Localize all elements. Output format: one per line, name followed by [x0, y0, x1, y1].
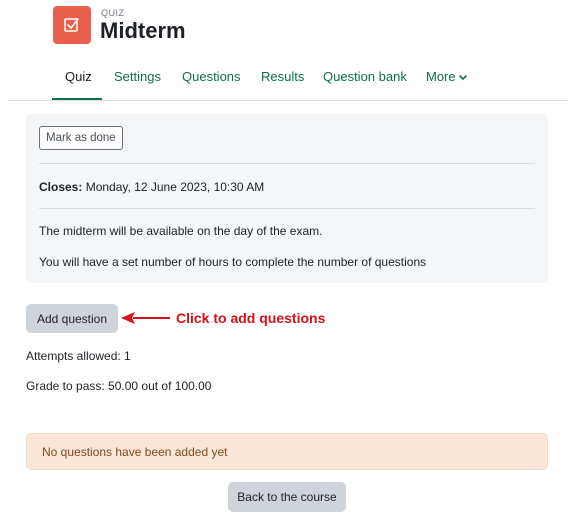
tab-questions[interactable]: Questions [182, 69, 241, 84]
tab-settings[interactable]: Settings [114, 69, 161, 84]
quiz-page: QUIZ Midterm Quiz Settings Questions Res… [0, 0, 575, 532]
description-line: The midterm will be available on the day… [39, 224, 323, 238]
tab-more[interactable]: More [426, 69, 467, 84]
callout-annotation: Click to add questions [176, 310, 326, 326]
attempts-allowed: Attempts allowed: 1 [26, 349, 131, 363]
add-question-button[interactable]: Add question [26, 304, 118, 333]
quiz-checkbox-icon [53, 6, 91, 44]
back-to-course-button[interactable]: Back to the course [228, 482, 346, 512]
activity-type-label: QUIZ [101, 8, 125, 18]
close-date-value: Monday, 12 June 2023, 10:30 AM [82, 180, 265, 194]
close-date: Closes: Monday, 12 June 2023, 10:30 AM [39, 180, 264, 194]
activity-information: Mark as done Closes: Monday, 12 June 202… [26, 114, 548, 283]
arrow-left-icon [121, 312, 170, 324]
tab-results[interactable]: Results [261, 69, 304, 84]
close-date-label: Closes: [39, 180, 83, 194]
tab-more-label: More [426, 69, 456, 84]
chevron-down-icon [458, 74, 467, 80]
no-questions-notice: No questions have been added yet [26, 433, 548, 470]
tab-question-bank[interactable]: Question bank [323, 69, 407, 84]
grade-to-pass: Grade to pass: 50.00 out of 100.00 [26, 379, 212, 393]
description-line: You will have a set number of hours to c… [39, 255, 427, 269]
divider [39, 208, 535, 209]
divider [39, 163, 535, 164]
page-title: Midterm [100, 18, 186, 43]
mark-as-done-button[interactable]: Mark as done [39, 126, 123, 150]
tab-quiz[interactable]: Quiz [65, 69, 92, 84]
nav-divider [8, 100, 568, 101]
notice-text: No questions have been added yet [42, 445, 228, 459]
secondary-navigation: Quiz Settings Questions Results Question… [0, 60, 575, 101]
